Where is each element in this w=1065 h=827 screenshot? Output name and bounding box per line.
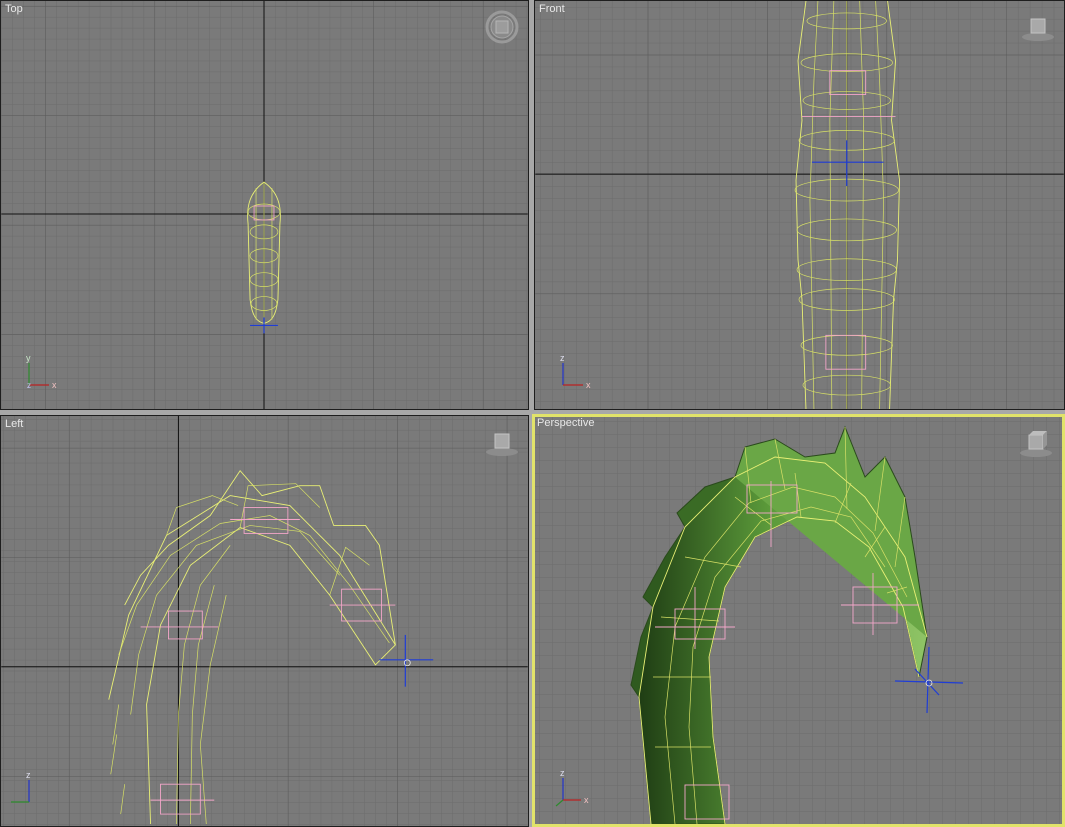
grid-top: [1, 1, 528, 409]
steering-wheel-icon[interactable]: [484, 9, 520, 45]
viewport-left[interactable]: Left z: [0, 415, 529, 827]
svg-text:z: z: [27, 381, 31, 390]
axis-z-label: z: [560, 768, 565, 778]
axis-x-label: x: [584, 795, 589, 805]
viewport-label-left[interactable]: Left: [5, 418, 23, 430]
grid-front: [535, 1, 1064, 409]
viewport-label-perspective[interactable]: Perspective: [537, 417, 594, 429]
viewport-top[interactable]: Top y x z: [0, 0, 529, 410]
axis-x-label: x: [52, 380, 57, 390]
grid-left: [1, 416, 528, 826]
axis-x-label: x: [586, 380, 591, 390]
viewport-label-front[interactable]: Front: [539, 3, 565, 15]
viewport-perspective[interactable]: Perspective z x: [532, 414, 1065, 827]
viewcube-icon[interactable]: [484, 424, 520, 460]
axis-tripod-icon: z x: [555, 768, 589, 807]
viewcube-icon[interactable]: [1020, 9, 1056, 45]
grid-perspective: [535, 417, 1062, 824]
axis-tripod-icon: z: [11, 770, 31, 803]
axis-y-label: y: [26, 353, 31, 363]
axis-tripod-icon: y x z: [26, 353, 57, 390]
viewcube-icon[interactable]: [1018, 425, 1054, 461]
axis-tripod-icon: z x: [560, 353, 591, 390]
axis-z-label: z: [560, 353, 565, 363]
axis-z-label: z: [26, 770, 31, 780]
viewport-label-top[interactable]: Top: [5, 3, 23, 15]
viewport-front[interactable]: Front z x: [534, 0, 1065, 410]
